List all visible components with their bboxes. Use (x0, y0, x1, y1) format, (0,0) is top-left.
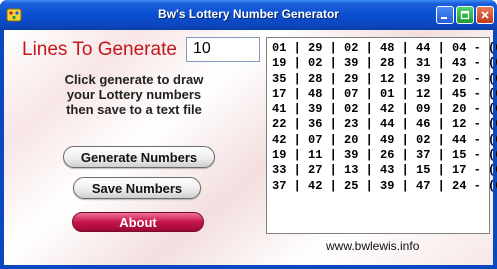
maximize-icon (460, 10, 470, 20)
instructions-line: Click generate to draw (64, 72, 204, 87)
result-line: 17 | 48 | 07 | 01 | 12 | 45 - (0//6) (272, 86, 497, 101)
result-line: 41 | 39 | 02 | 42 | 09 | 20 - (0//6) (272, 102, 497, 117)
results-textbox[interactable]: 01 | 29 | 02 | 48 | 44 | 04 - (0//6) 19 … (266, 37, 497, 234)
result-line: 19 | 02 | 39 | 28 | 31 | 43 - (0//6) (272, 56, 497, 71)
title-bar[interactable]: Bw's Lottery Number Generator (0, 0, 497, 30)
result-line: 19 | 11 | 39 | 26 | 37 | 15 - (0//6) (272, 148, 497, 163)
close-button[interactable] (476, 6, 494, 24)
about-button[interactable]: About (72, 212, 204, 232)
result-line: 01 | 29 | 02 | 48 | 44 | 04 - (0//6) (272, 41, 497, 55)
close-icon (481, 11, 489, 19)
result-line: 42 | 07 | 20 | 49 | 02 | 44 - (0//6) (272, 132, 497, 147)
app-window: Bw's Lottery Number Generator Lines To G… (0, 0, 497, 269)
save-numbers-button[interactable]: Save Numbers (73, 177, 201, 199)
generate-numbers-button[interactable]: Generate Numbers (63, 146, 215, 168)
result-line: 33 | 27 | 13 | 43 | 15 | 17 - (0//6) (272, 163, 497, 178)
minimize-icon (441, 17, 447, 19)
window-frame-bottom (0, 265, 497, 269)
client-area: Lines To Generate 10 Click generate to d… (4, 30, 497, 265)
lines-to-generate-label: Lines To Generate (22, 39, 177, 60)
instructions-line: then save to a text file (66, 102, 202, 117)
instructions-line: your Lottery numbers (66, 87, 202, 102)
lines-to-generate-input[interactable]: 10 (186, 37, 260, 62)
instructions-text: Click generate to draw your Lottery numb… (50, 72, 218, 117)
result-line: 37 | 42 | 25 | 39 | 47 | 24 - (0//6) (272, 178, 497, 193)
minimize-button[interactable] (436, 6, 454, 24)
window-title: Bw's Lottery Number Generator (158, 7, 339, 21)
website-link[interactable]: www.bwlewis.info (326, 239, 419, 253)
maximize-button[interactable] (456, 6, 474, 24)
result-line: 35 | 28 | 29 | 12 | 39 | 20 - (0//6) (272, 71, 497, 86)
result-line: 22 | 36 | 23 | 44 | 46 | 12 - (0//6) (272, 117, 497, 132)
